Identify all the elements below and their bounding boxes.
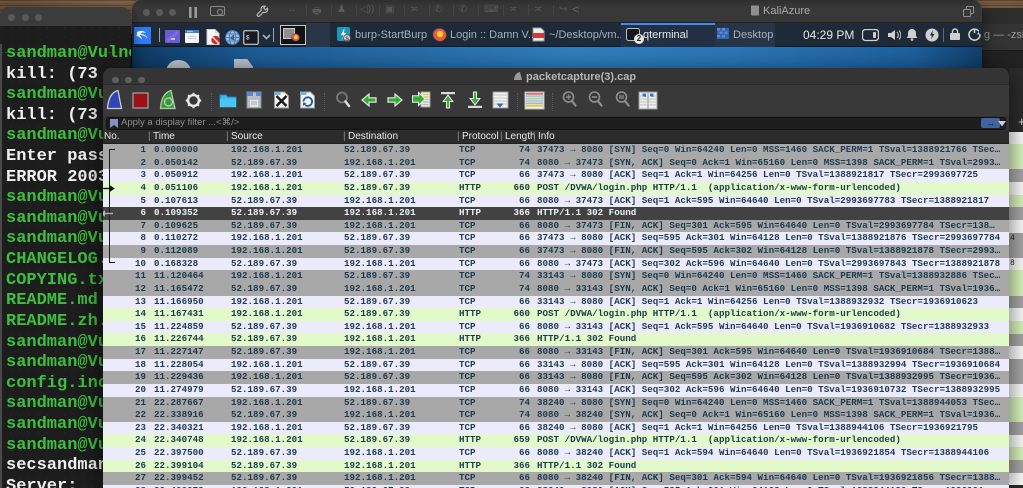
svg-text:$: $ bbox=[246, 34, 250, 41]
svg-text:S: S bbox=[345, 36, 349, 42]
